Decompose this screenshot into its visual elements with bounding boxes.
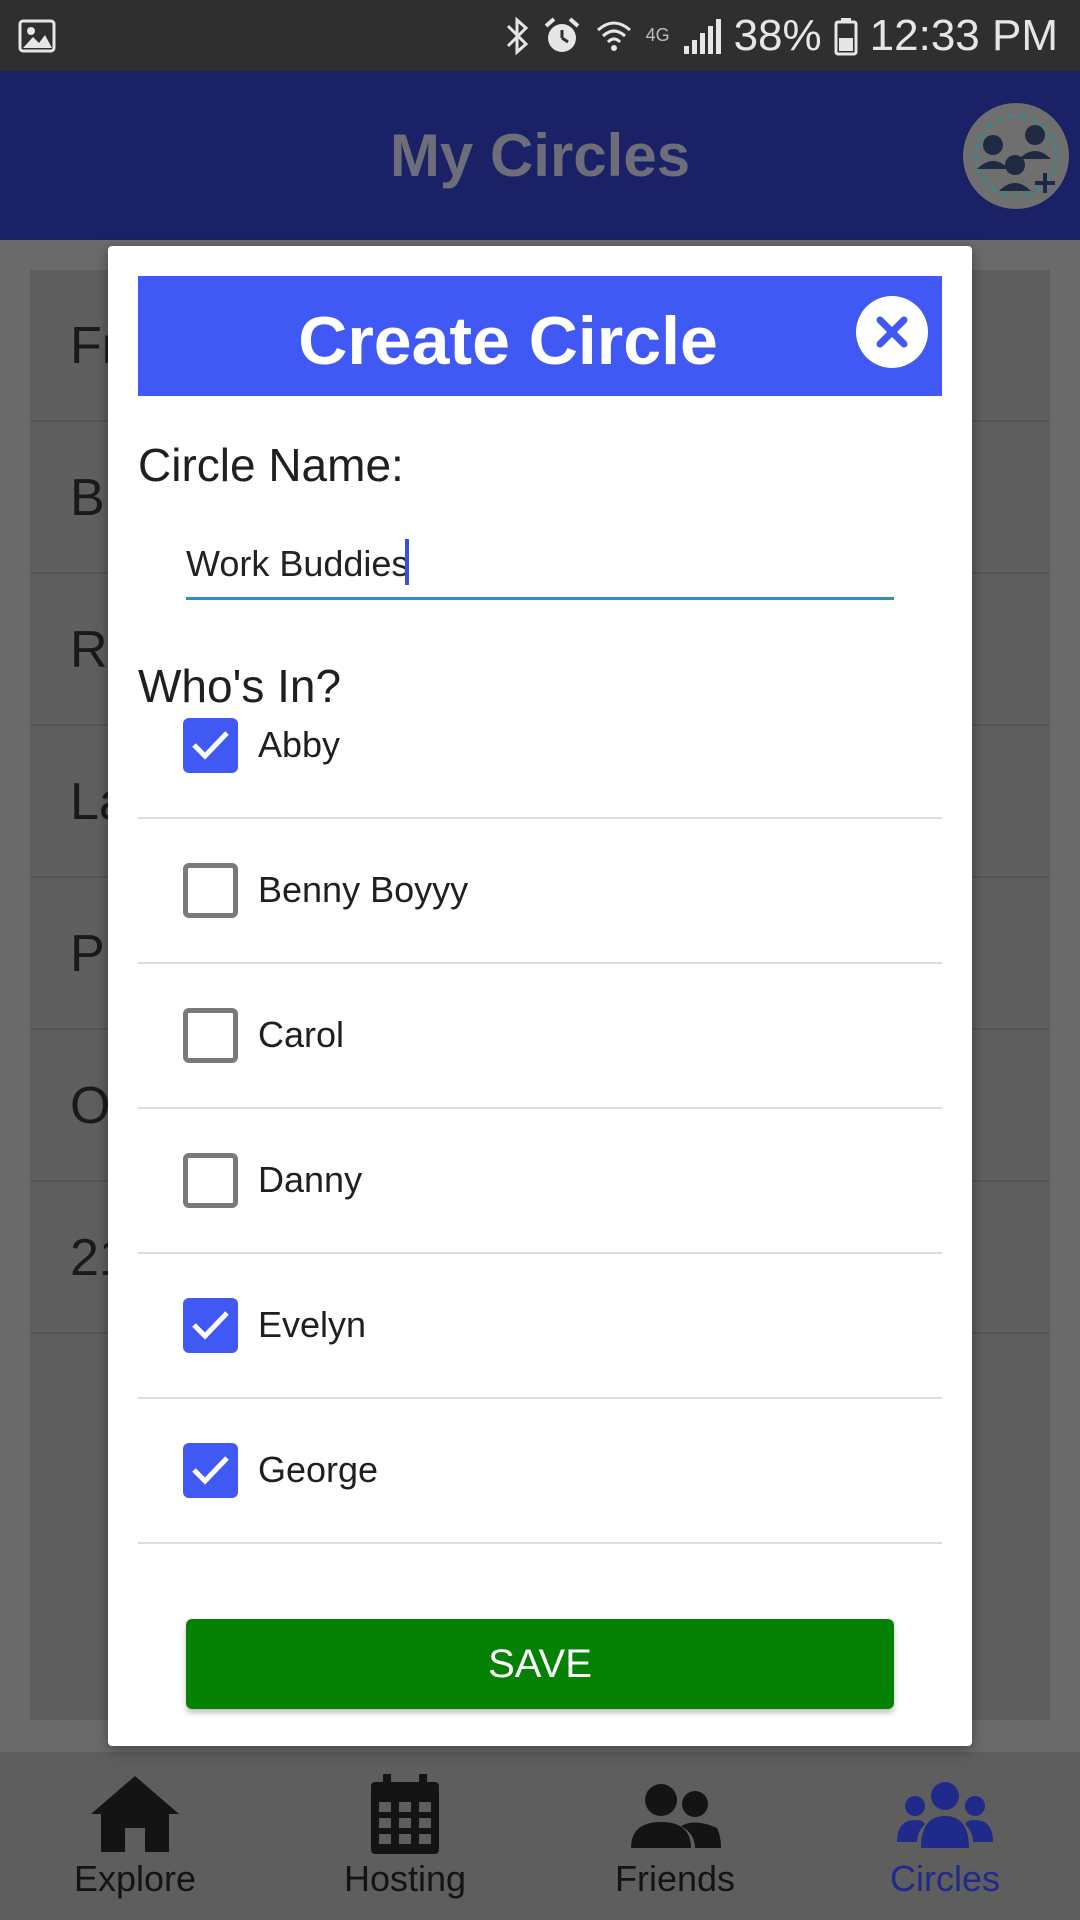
calendar-icon — [371, 1774, 439, 1854]
nav-explore[interactable]: Explore — [0, 1752, 270, 1920]
close-button[interactable] — [856, 296, 928, 368]
app-bar: My Circles — [0, 71, 1080, 240]
bottom-nav: Explore Hosting Friends Circles — [0, 1752, 1080, 1920]
dialog-header: Create Circle — [138, 276, 942, 396]
member-name: George — [258, 1449, 379, 1490]
checkmark-icon — [192, 731, 229, 760]
bluetooth-icon — [506, 16, 528, 55]
image-notification-icon — [18, 19, 56, 53]
nav-label: Circles — [889, 1858, 1000, 1899]
checkmark-icon — [192, 1456, 229, 1485]
save-button[interactable]: SAVE — [186, 1619, 894, 1709]
nav-label: Hosting — [343, 1858, 467, 1899]
home-icon — [91, 1776, 179, 1852]
add-group-icon[interactable] — [963, 103, 1069, 209]
battery-percent: 38% — [733, 10, 822, 60]
page-title: My Circles — [389, 122, 691, 189]
nav-hosting[interactable]: Hosting — [270, 1752, 540, 1920]
nav-label: Explore — [73, 1858, 197, 1899]
member-row[interactable]: Carol — [138, 964, 942, 1109]
circles-icon — [897, 1782, 993, 1848]
member-row[interactable]: Danny — [138, 1109, 942, 1254]
wifi-icon — [596, 21, 631, 51]
member-checkbox[interactable] — [183, 1298, 238, 1353]
network-type: 4G — [645, 25, 670, 45]
text-cursor — [405, 539, 409, 585]
alarm-icon — [544, 16, 579, 52]
friends-icon — [631, 1784, 721, 1848]
nav-circles[interactable]: Circles — [810, 1752, 1080, 1920]
member-row[interactable]: Evelyn — [138, 1254, 942, 1399]
close-icon — [876, 316, 908, 348]
clock: 12:33 PM — [869, 10, 1058, 60]
checkmark-icon — [192, 1311, 229, 1340]
nav-label: Friends — [614, 1858, 736, 1899]
status-bar: 4G 38% 12:33 PM — [0, 0, 1080, 71]
member-row[interactable]: Benny Boyyy — [138, 819, 942, 964]
member-checkbox[interactable] — [183, 1153, 238, 1208]
member-name: Evelyn — [258, 1304, 367, 1345]
member-name: Benny Boyyy — [258, 869, 469, 910]
member-name: Carol — [258, 1014, 345, 1055]
member-name: Danny — [258, 1159, 363, 1200]
member-checkbox[interactable] — [183, 718, 238, 773]
member-checkbox[interactable] — [183, 1443, 238, 1498]
member-checkbox[interactable] — [183, 863, 238, 918]
signal-icon — [683, 18, 721, 54]
member-list: Abby Benny Boyyy Carol Danny Evelyn Geor… — [138, 674, 942, 1544]
nav-friends[interactable]: Friends — [540, 1752, 810, 1920]
battery-icon — [834, 17, 858, 55]
create-circle-dialog: Create Circle Circle Name: Who's In? Abb… — [108, 246, 972, 1746]
member-row[interactable]: George — [138, 1399, 942, 1544]
dialog-title: Create Circle — [298, 303, 718, 379]
member-name: Abby — [258, 724, 341, 765]
circle-name-label: Circle Name: — [138, 439, 404, 491]
circle-name-input[interactable] — [186, 536, 894, 600]
member-row[interactable]: Abby — [138, 674, 942, 819]
member-checkbox[interactable] — [183, 1008, 238, 1063]
